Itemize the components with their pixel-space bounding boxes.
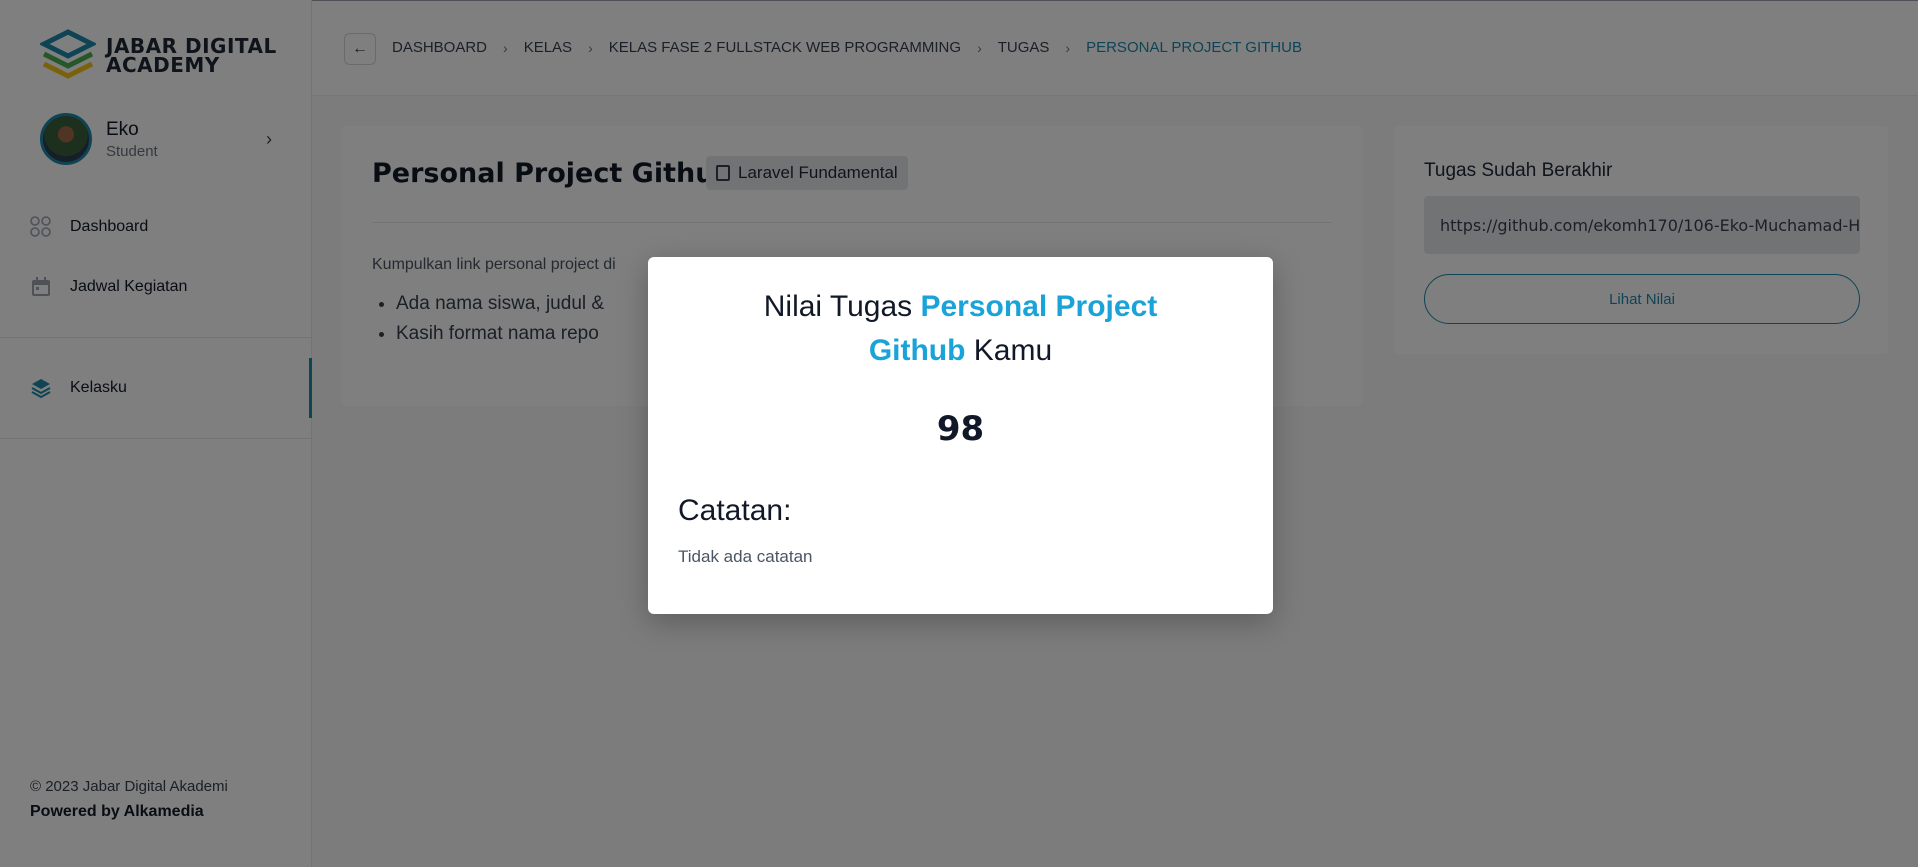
modal-title-prefix: Nilai Tugas [763,290,913,323]
grade-modal: Nilai Tugas Personal Project Github Kamu… [648,257,1273,614]
modal-title: Nilai Tugas Personal Project Github Kamu [728,285,1193,373]
notes-label: Catatan: [678,494,792,527]
modal-title-suffix: Kamu [973,334,1053,367]
grade-score: 98 [936,409,985,449]
notes-text: Tidak ada catatan [678,547,813,566]
